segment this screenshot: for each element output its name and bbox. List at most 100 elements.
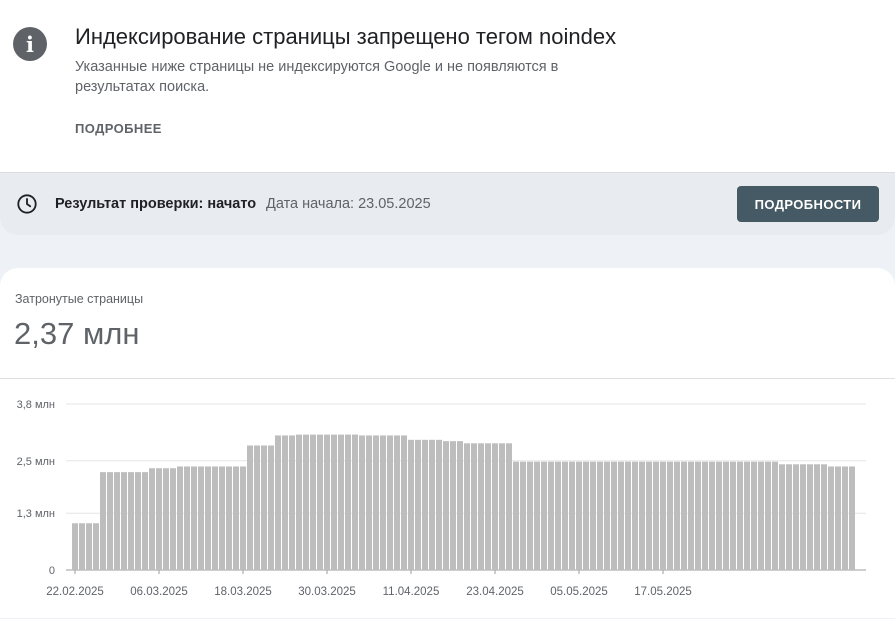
chart-bar[interactable] xyxy=(716,461,722,570)
chart-bar[interactable] xyxy=(625,461,631,570)
chart-bar[interactable] xyxy=(772,461,778,570)
chart-bar[interactable] xyxy=(289,435,295,570)
chart-bar[interactable] xyxy=(723,461,729,570)
chart-bar[interactable] xyxy=(121,472,127,570)
chart-bar[interactable] xyxy=(198,466,204,570)
chart-bar[interactable] xyxy=(653,461,659,570)
chart-bar[interactable] xyxy=(681,461,687,570)
chart-bar[interactable] xyxy=(821,464,827,570)
chart-bar[interactable] xyxy=(814,464,820,570)
chart-bar[interactable] xyxy=(282,435,288,570)
details-button[interactable]: ПОДРОБНОСТИ xyxy=(737,186,879,222)
chart-bar[interactable] xyxy=(226,466,232,570)
chart-bar[interactable] xyxy=(555,461,561,570)
chart-bar[interactable] xyxy=(492,443,498,570)
chart-bar[interactable] xyxy=(618,461,624,570)
chart-bar[interactable] xyxy=(436,439,442,570)
chart-bar[interactable] xyxy=(128,472,134,570)
chart-bar[interactable] xyxy=(597,461,603,570)
chart-bar[interactable] xyxy=(184,466,190,570)
chart-bar[interactable] xyxy=(520,461,526,570)
chart-bar[interactable] xyxy=(674,461,680,570)
chart-bar[interactable] xyxy=(611,461,617,570)
chart-bar[interactable] xyxy=(534,461,540,570)
chart-bar[interactable] xyxy=(373,435,379,570)
chart-bar[interactable] xyxy=(576,461,582,570)
chart-bar[interactable] xyxy=(849,466,855,570)
chart-bar[interactable] xyxy=(72,523,78,570)
chart-bar[interactable] xyxy=(828,466,834,570)
chart-bar[interactable] xyxy=(562,461,568,570)
chart-bar[interactable] xyxy=(709,461,715,570)
chart-bar[interactable] xyxy=(163,468,169,570)
chart-bar[interactable] xyxy=(786,464,792,570)
chart-bar[interactable] xyxy=(737,461,743,570)
chart-bar[interactable] xyxy=(835,466,841,570)
chart-bar[interactable] xyxy=(499,443,505,570)
chart-bar[interactable] xyxy=(359,435,365,570)
chart-bar[interactable] xyxy=(569,461,575,570)
chart-bar[interactable] xyxy=(443,441,449,570)
chart-bar[interactable] xyxy=(261,445,267,571)
chart-bar[interactable] xyxy=(233,466,239,570)
chart-bar[interactable] xyxy=(205,466,211,570)
chart-bar[interactable] xyxy=(842,466,848,570)
chart-bar[interactable] xyxy=(107,472,113,570)
chart-bar[interactable] xyxy=(394,435,400,570)
chart-bar[interactable] xyxy=(471,443,477,570)
chart-bar[interactable] xyxy=(387,435,393,570)
chart-bar[interactable] xyxy=(660,461,666,570)
chart-bar[interactable] xyxy=(338,434,344,570)
chart-bar[interactable] xyxy=(583,461,589,570)
chart-bar[interactable] xyxy=(401,435,407,570)
chart-bar[interactable] xyxy=(408,439,414,570)
chart-bar[interactable] xyxy=(156,468,162,570)
chart-bar[interactable] xyxy=(177,466,183,570)
chart-bar[interactable] xyxy=(464,443,470,570)
chart-bar[interactable] xyxy=(639,461,645,570)
chart-bar[interactable] xyxy=(765,461,771,570)
chart-bar[interactable] xyxy=(240,466,246,570)
chart-bar[interactable] xyxy=(135,472,141,570)
chart-bar[interactable] xyxy=(114,472,120,570)
chart-bar[interactable] xyxy=(485,443,491,570)
chart-bar[interactable] xyxy=(548,461,554,570)
chart-bar[interactable] xyxy=(758,461,764,570)
chart-bar[interactable] xyxy=(366,435,372,570)
chart-bar[interactable] xyxy=(303,434,309,570)
chart-bar[interactable] xyxy=(142,472,148,570)
chart-bar[interactable] xyxy=(751,461,757,570)
chart-bar[interactable] xyxy=(807,464,813,570)
chart-bar[interactable] xyxy=(247,445,253,571)
chart-bar[interactable] xyxy=(429,439,435,570)
chart-bar[interactable] xyxy=(506,443,512,570)
chart-bar[interactable] xyxy=(219,466,225,570)
chart-bar[interactable] xyxy=(646,461,652,570)
chart-bar[interactable] xyxy=(296,434,302,570)
chart-bar[interactable] xyxy=(380,435,386,570)
chart-bar[interactable] xyxy=(730,461,736,570)
chart-bar[interactable] xyxy=(79,523,85,570)
chart-bar[interactable] xyxy=(310,434,316,570)
chart-bar[interactable] xyxy=(254,445,260,571)
chart-bar[interactable] xyxy=(212,466,218,570)
chart-bar[interactable] xyxy=(275,435,281,570)
chart-bar[interactable] xyxy=(191,466,197,570)
chart-bar[interactable] xyxy=(527,461,533,570)
chart-bar[interactable] xyxy=(93,523,99,570)
chart-bar[interactable] xyxy=(513,461,519,570)
chart-bar[interactable] xyxy=(86,523,92,570)
chart-bar[interactable] xyxy=(149,468,155,570)
chart-bar[interactable] xyxy=(779,464,785,570)
chart-bar[interactable] xyxy=(667,461,673,570)
chart-bar[interactable] xyxy=(590,461,596,570)
chart-bar[interactable] xyxy=(478,443,484,570)
chart-bar[interactable] xyxy=(170,468,176,570)
chart-bar[interactable] xyxy=(632,461,638,570)
chart-bar[interactable] xyxy=(422,439,428,570)
chart-bar[interactable] xyxy=(688,461,694,570)
chart-bar[interactable] xyxy=(345,434,351,570)
chart-bar[interactable] xyxy=(604,461,610,570)
chart-bar[interactable] xyxy=(793,464,799,570)
chart-bar[interactable] xyxy=(744,461,750,570)
